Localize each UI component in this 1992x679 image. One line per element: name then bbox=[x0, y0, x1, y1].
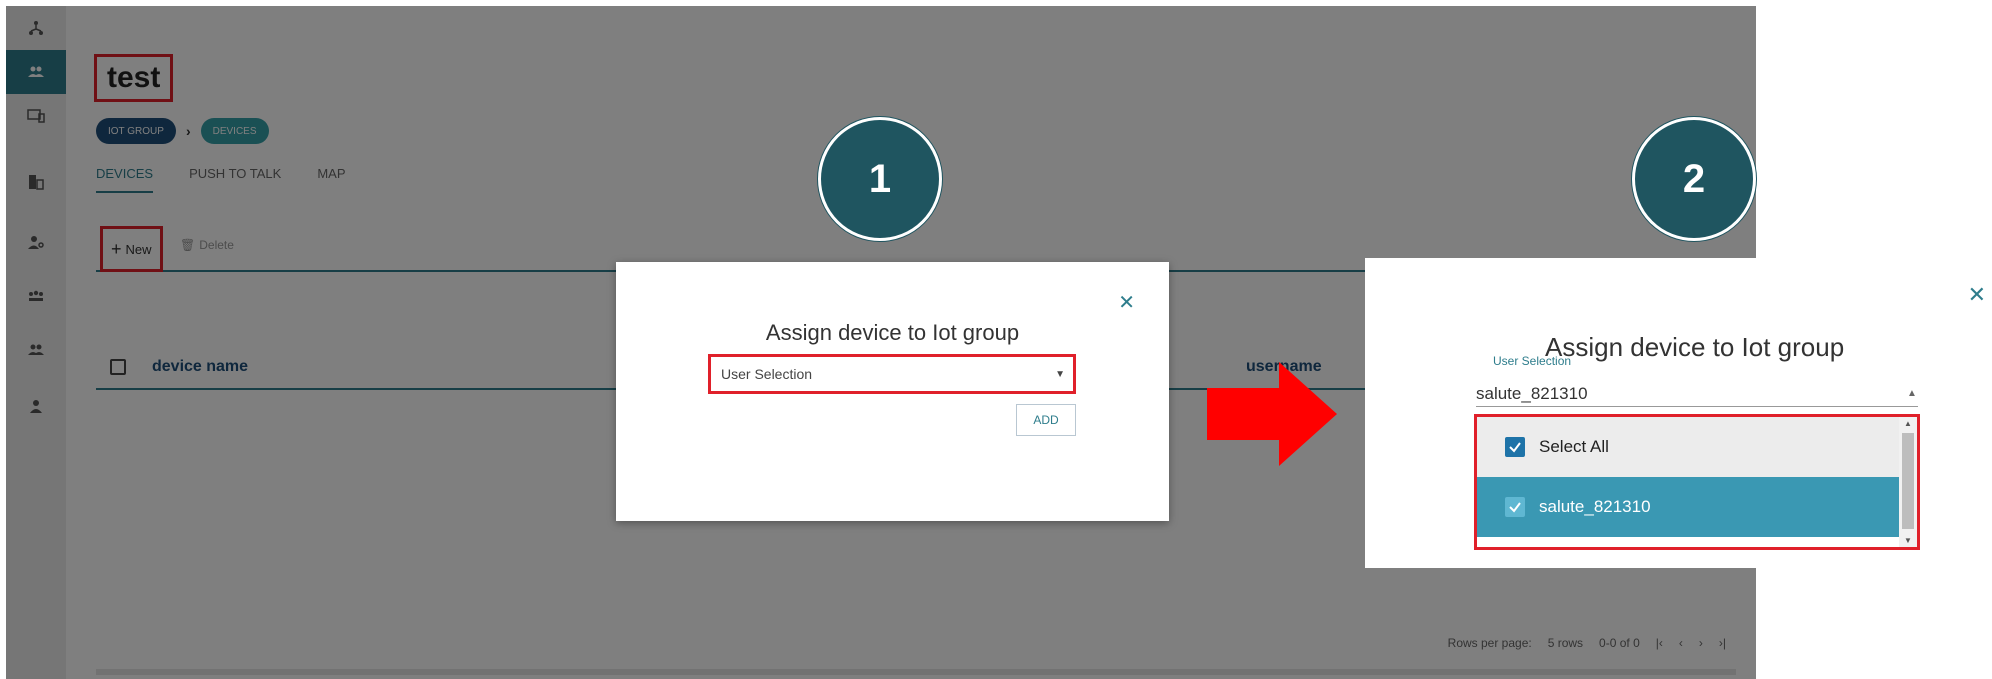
caret-down-icon: ▼ bbox=[1055, 369, 1065, 380]
scroll-down-icon[interactable]: ▼ bbox=[1904, 536, 1912, 545]
modal-title: Assign device to Iot group bbox=[765, 320, 1020, 345]
caret-up-icon[interactable]: ▲ bbox=[1907, 388, 1917, 399]
close-icon[interactable]: ✕ bbox=[1118, 290, 1135, 315]
checkbox-checked-icon[interactable] bbox=[1505, 497, 1525, 517]
field-underline bbox=[1476, 406, 1918, 407]
scrollbar-thumb[interactable] bbox=[1902, 433, 1914, 529]
user-selection-placeholder: User Selection bbox=[721, 366, 813, 382]
user-selection-label: User Selection bbox=[1493, 354, 1572, 368]
option-label: salute_821310 bbox=[1539, 497, 1651, 516]
user-selection-value[interactable]: salute_821310 bbox=[1476, 384, 1588, 404]
scroll-up-icon[interactable]: ▲ bbox=[1904, 419, 1912, 428]
arrow-right-icon bbox=[1207, 362, 1337, 466]
checkbox-checked-icon[interactable] bbox=[1505, 437, 1525, 457]
user-selection-select[interactable]: User Selection ▼ bbox=[708, 354, 1076, 394]
stage: test IOT GROUP › DEVICES DEVICES PUSH TO… bbox=[0, 0, 1992, 679]
option-select-all[interactable]: Select All bbox=[1477, 417, 1899, 477]
step-badge-2: 2 bbox=[1632, 117, 1756, 241]
assign-device-modal: ✕ Assign device to Iot group User Select… bbox=[616, 262, 1169, 521]
dropdown-zoom-panel: ✕ Assign device to Iot group User Select… bbox=[1365, 258, 1992, 568]
add-button[interactable]: ADD bbox=[1016, 404, 1076, 436]
close-icon[interactable]: ✕ bbox=[1968, 282, 1986, 308]
option-label: Select All bbox=[1539, 437, 1609, 456]
step-badge-1: 1 bbox=[818, 117, 942, 241]
dropdown-list: Select All salute_821310 ▲ ▼ bbox=[1474, 414, 1920, 550]
dropdown-scrollbar[interactable]: ▲ ▼ bbox=[1899, 417, 1917, 547]
panel-title: Assign device to Iot group bbox=[1545, 332, 1845, 362]
option-salute-821310[interactable]: salute_821310 bbox=[1477, 477, 1899, 537]
